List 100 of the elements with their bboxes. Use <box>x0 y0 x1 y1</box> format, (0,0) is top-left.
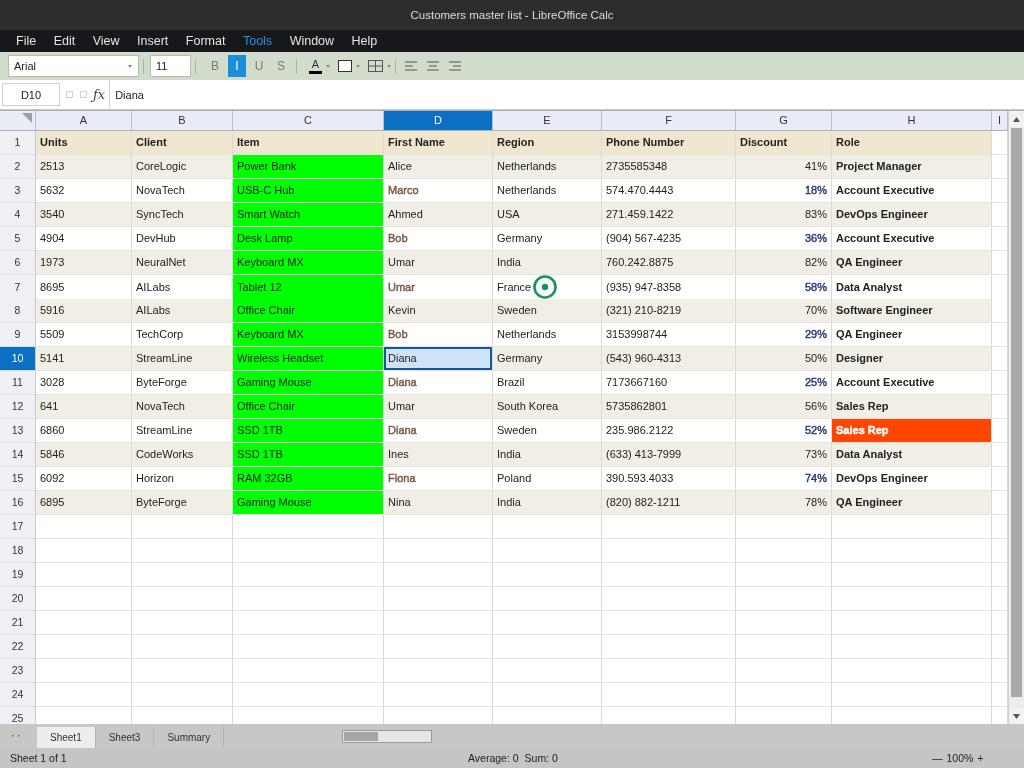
formula-field[interactable]: Diana <box>115 88 1024 101</box>
table-cell: Fiona <box>384 467 493 491</box>
column-header[interactable]: B <box>132 111 233 131</box>
table-cell: Project Manager <box>832 155 992 179</box>
scrollbar-thumb[interactable] <box>344 731 379 741</box>
row-header[interactable]: 4 <box>0 203 36 227</box>
row-header[interactable]: 1 <box>0 131 36 155</box>
table-cell: Tablet 12 <box>233 275 384 300</box>
table-cell: 271.459.1422 <box>602 203 736 227</box>
column-header[interactable]: A <box>36 111 132 131</box>
menu-item[interactable]: Help <box>343 30 386 52</box>
table-cell: Sweden <box>493 299 602 323</box>
table-cell: SSD 1TB <box>233 419 384 443</box>
table-cell: South Korea <box>493 395 602 419</box>
scroll-up-button[interactable] <box>1009 111 1024 127</box>
table-cell: Netherlands <box>493 179 602 203</box>
column-header[interactable]: H <box>832 111 992 131</box>
column-header[interactable]: I <box>992 111 1008 131</box>
table-cell: ByteForge <box>132 371 233 395</box>
row-header[interactable]: 18 <box>0 539 36 563</box>
table-cell: ByteForge <box>132 491 233 515</box>
table-cell: Bob <box>384 227 493 251</box>
font-color-button[interactable]: A <box>309 55 330 77</box>
table-cell: 52% <box>736 419 832 443</box>
table-cell: Netherlands <box>493 323 602 347</box>
font-name-dropdown[interactable]: Arial <box>8 55 139 77</box>
row-header[interactable]: 24 <box>0 683 36 707</box>
menu-item[interactable]: Window <box>281 30 343 52</box>
table-cell: Germany <box>493 347 602 371</box>
table-cell: StreamLine <box>132 347 233 371</box>
color-bar-icon <box>309 70 322 74</box>
square-icon[interactable] <box>66 91 73 98</box>
menu-item[interactable]: Insert <box>129 30 177 52</box>
row-header[interactable]: 19 <box>0 563 36 587</box>
sheet-count-text: Sheet 1 of 1 <box>10 752 67 764</box>
scrollbar-thumb[interactable] <box>1011 128 1022 697</box>
row-header[interactable]: 22 <box>0 635 36 659</box>
table-cell: Keyboard MX <box>233 323 384 347</box>
table-cell: Germany <box>493 227 602 251</box>
row-header[interactable]: 21 <box>0 611 36 635</box>
table-cell: Netherlands <box>493 155 602 179</box>
row-header[interactable]: 9 <box>0 323 36 347</box>
table-cell: 18% <box>736 179 832 203</box>
row-header[interactable]: 13 <box>0 419 36 443</box>
row-header[interactable]: 14 <box>0 443 36 467</box>
table-cell: (321) 210-8219 <box>602 299 736 323</box>
row-header[interactable]: 11 <box>0 371 36 395</box>
table-cell: 5846 <box>36 443 132 467</box>
menu-item[interactable]: File <box>8 30 45 52</box>
table-cell: SyncTech <box>132 203 233 227</box>
table-cell: Role <box>832 131 992 155</box>
row-header[interactable]: 3 <box>0 179 36 203</box>
table-cell: Nina <box>384 491 493 515</box>
table-cell: Brazil <box>493 371 602 395</box>
row-header[interactable]: 5 <box>0 227 36 251</box>
column-header[interactable]: E <box>493 111 602 131</box>
row-header[interactable]: 16 <box>0 491 36 515</box>
caret-icon <box>128 64 132 68</box>
menu-item[interactable]: Format <box>177 30 234 52</box>
column-header[interactable]: C <box>233 111 384 131</box>
sheet-tab[interactable]: Sheet1 <box>37 727 96 748</box>
table-cell: 29% <box>736 323 832 347</box>
row-header[interactable]: 25 <box>0 707 36 724</box>
menu-item[interactable]: Tools <box>234 30 281 52</box>
caret-icon <box>326 64 330 68</box>
table-cell: Designer <box>832 347 992 371</box>
column-header[interactable]: G <box>736 111 832 131</box>
table-cell: Umar <box>384 395 493 419</box>
caret-icon <box>387 64 391 68</box>
row-header[interactable]: 8 <box>0 299 36 323</box>
table-cell: 78% <box>736 491 832 515</box>
table-cell: India <box>493 443 602 467</box>
table-cell: (633) 413-7999 <box>602 443 736 467</box>
row-header[interactable]: 15 <box>0 467 36 491</box>
select-all-button[interactable] <box>0 111 36 131</box>
column-header[interactable]: F <box>602 111 736 131</box>
table-cell: Sweden <box>493 419 602 443</box>
column-header[interactable]: D <box>384 111 493 131</box>
scroll-down-button[interactable] <box>1009 708 1024 724</box>
triangle-down-icon <box>1013 713 1020 719</box>
font-size-field[interactable]: 11 <box>150 55 191 77</box>
row-header[interactable]: 2 <box>0 155 36 179</box>
row-header[interactable]: 10 <box>0 347 36 371</box>
table-cell: Office Chair <box>233 395 384 419</box>
row-header[interactable]: 23 <box>0 659 36 683</box>
table-cell: USA <box>493 203 602 227</box>
menu-item[interactable]: View <box>84 30 128 52</box>
menu-item[interactable]: Edit <box>45 30 84 52</box>
table-cell: 6092 <box>36 467 132 491</box>
cell-reference-field[interactable]: D10 <box>2 83 60 106</box>
row-header[interactable]: 7 <box>0 275 36 300</box>
table-cell: Data Analyst <box>832 443 992 467</box>
zoom-out-button[interactable]: — <box>932 752 943 764</box>
row-header[interactable]: 20 <box>0 587 36 611</box>
square-icon[interactable] <box>80 91 87 98</box>
table-cell: CodeWorks <box>132 443 233 467</box>
style-button[interactable]: I <box>228 55 246 77</box>
row-header[interactable]: 6 <box>0 251 36 275</box>
row-header[interactable]: 12 <box>0 395 36 419</box>
zoom-in-button[interactable]: + <box>977 752 984 764</box>
